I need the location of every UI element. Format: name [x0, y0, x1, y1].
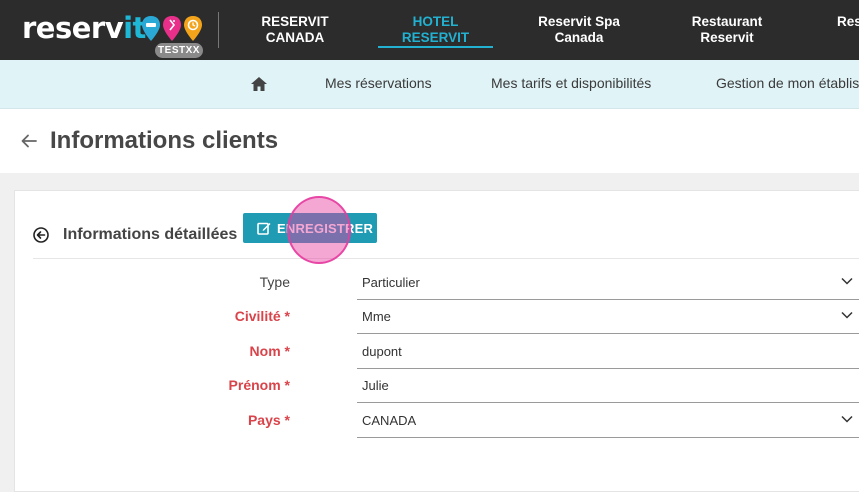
- details-card: Informations détaillées ENREGISTRER Type…: [14, 190, 859, 492]
- chevron-down-icon: [841, 311, 853, 319]
- topnav-truncated-item[interactable]: Res: [837, 14, 859, 48]
- subnav-mes-reservations[interactable]: Mes réservations: [325, 75, 432, 91]
- chevron-down-icon: [841, 277, 853, 285]
- type-select[interactable]: Particulier: [357, 266, 859, 300]
- pays-value: CANADA: [362, 413, 417, 428]
- type-label: Type: [259, 274, 290, 290]
- subnav-tarifs-disponibilites[interactable]: Mes tarifs et disponibilités: [491, 75, 651, 91]
- active-tab-underline: [378, 46, 493, 48]
- back-arrow-icon[interactable]: [20, 133, 38, 149]
- prenom-label: Prénom *: [228, 377, 290, 393]
- topnav-label-line2: Reservit: [700, 30, 754, 45]
- subnav-gestion-etablissement[interactable]: Gestion de mon établis: [716, 75, 859, 91]
- topnav-label-line2: RESERVIT: [401, 30, 470, 45]
- reservit-logo[interactable]: reservit TESTXX: [22, 11, 212, 58]
- pays-label: Pays *: [247, 412, 290, 428]
- topnav-label-line1: HOTEL: [412, 14, 459, 29]
- topnav-reservit-spa-canada[interactable]: Reservit Spa Canada: [532, 14, 626, 48]
- top-bar: reservit TESTXX RESERVIT CANADA HOTEL RE…: [0, 0, 859, 60]
- topnav-label-line1: Reservit Spa: [538, 14, 620, 29]
- environment-badge: TESTXX: [155, 43, 203, 58]
- prenom-input[interactable]: Julie: [357, 369, 859, 403]
- civilite-label: Civilité *: [234, 308, 290, 324]
- pays-select[interactable]: CANADA: [357, 404, 859, 438]
- home-icon[interactable]: [250, 75, 268, 93]
- type-value: Particulier: [362, 275, 420, 290]
- form-row-pays: Pays * CANADA: [15, 404, 859, 438]
- secondary-nav: Mes réservations Mes tarifs et disponibi…: [0, 60, 859, 109]
- chevron-down-icon: [841, 415, 853, 423]
- topnav-restaurant-reservit[interactable]: Restaurant Reservit: [684, 14, 770, 48]
- nom-input[interactable]: dupont: [357, 335, 859, 369]
- prenom-value: Julie: [362, 378, 389, 393]
- save-button-label: ENREGISTRER: [277, 221, 374, 236]
- topnav-label-line2: CANADA: [265, 30, 325, 45]
- topnav-label-line2: Canada: [554, 30, 604, 45]
- nom-label: Nom *: [249, 343, 290, 359]
- page-header: Informations clients: [0, 109, 859, 173]
- nom-value: dupont: [362, 344, 402, 359]
- topnav-reservit-canada[interactable]: RESERVIT CANADA: [250, 14, 340, 48]
- logo-wordmark: reservit: [22, 11, 146, 45]
- topnav-label-line1: Restaurant: [691, 14, 763, 29]
- topnav-hotel-reservit[interactable]: HOTEL RESERVIT: [378, 14, 493, 48]
- civilite-select[interactable]: Mme: [357, 300, 859, 334]
- section-title: Informations détaillées: [63, 226, 238, 243]
- form-row-prenom: Prénom * Julie: [15, 369, 859, 403]
- header-divider: [218, 12, 219, 48]
- civilite-value: Mme: [362, 309, 391, 324]
- topnav-label-line1: Res: [837, 14, 859, 29]
- logo-pins-icon: [142, 16, 202, 41]
- section-divider: [33, 258, 859, 259]
- save-button[interactable]: ENREGISTRER: [243, 213, 377, 243]
- topnav-label-line1: RESERVIT: [261, 14, 329, 29]
- form-row-civilite: Civilité * Mme: [15, 300, 859, 334]
- page-title: Informations clients: [50, 127, 279, 154]
- form-row-type: Type Particulier: [15, 266, 859, 300]
- edit-icon: [257, 222, 271, 235]
- form-row-nom: Nom * dupont: [15, 335, 859, 369]
- circle-back-icon[interactable]: [33, 227, 49, 243]
